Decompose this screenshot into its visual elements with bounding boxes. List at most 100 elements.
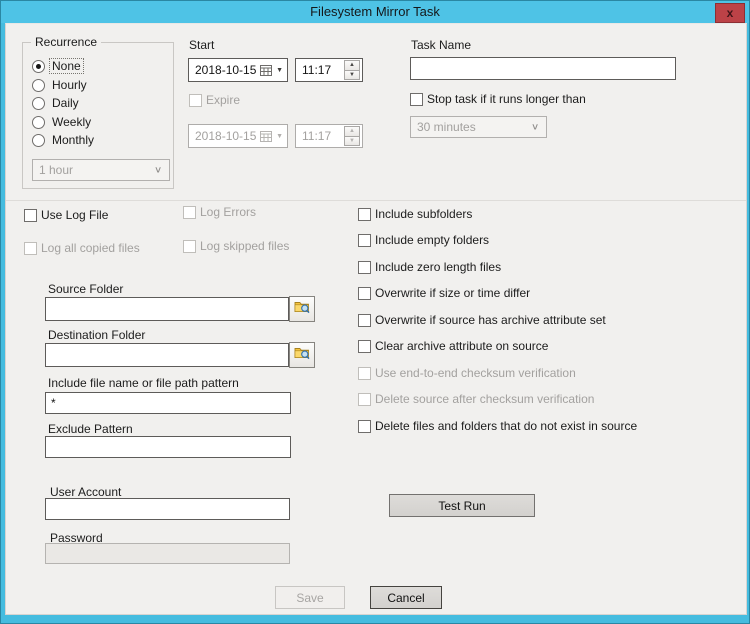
window-title: Filesystem Mirror Task [310, 4, 440, 19]
checkbox-label: Include zero length files [375, 260, 502, 274]
user-account-input[interactable] [45, 498, 290, 520]
date-value: 2018-10-15 [195, 63, 257, 77]
calendar-icon [260, 130, 273, 142]
checkbox-box [358, 392, 371, 406]
use-log-file-checkbox[interactable]: Use Log File [24, 208, 108, 222]
password-input [45, 543, 290, 564]
radio-dot [32, 96, 45, 110]
task-name-label: Task Name [411, 38, 472, 52]
overwrite-size-time-checkbox[interactable]: Overwrite if size or time differ [358, 286, 530, 300]
recurrence-radio-weekly[interactable]: Weekly [32, 115, 93, 129]
checkbox-box [358, 419, 371, 433]
source-folder-input[interactable] [45, 297, 289, 321]
start-time-field[interactable]: 11:17 ▲ ▼ [295, 58, 363, 82]
radio-dot [32, 78, 45, 92]
checkbox-label: Use end-to-end checksum verification [375, 366, 576, 380]
destination-browse-button[interactable] [289, 342, 315, 368]
dropdown-value: 1 hour [39, 163, 74, 177]
test-run-button[interactable]: Test Run [389, 494, 535, 517]
time-value: 11:17 [302, 63, 332, 77]
overwrite-archive-checkbox[interactable]: Overwrite if source has archive attribut… [358, 313, 606, 327]
spin-down-icon: ▼ [345, 135, 359, 145]
delete-missing-checkbox[interactable]: Delete files and folders that do not exi… [358, 419, 637, 433]
checkbox-box [24, 241, 37, 255]
dropdown-arrow-icon: ▼ [276, 66, 283, 74]
checkbox-label: Delete files and folders that do not exi… [375, 419, 638, 433]
dialog-window: Filesystem Mirror Task x Recurrence None… [0, 0, 750, 624]
exclude-pattern-input[interactable] [45, 436, 291, 458]
folder-search-icon [294, 346, 311, 365]
checkbox-box [183, 239, 196, 253]
checkbox-label: Stop task if it runs longer than [427, 92, 586, 106]
calendar-icon [260, 64, 273, 76]
radio-label: None [49, 58, 84, 74]
include-pattern-input[interactable] [45, 392, 291, 414]
checkbox-box [358, 339, 371, 353]
recurrence-radio-monthly[interactable]: Monthly [32, 133, 96, 147]
recurrence-radio-hourly[interactable]: Hourly [32, 78, 89, 92]
include-pattern-label: Include file name or file path pattern [48, 376, 239, 390]
radio-label: Hourly [52, 78, 87, 92]
stop-task-checkbox[interactable]: Stop task if it runs longer than [410, 92, 586, 106]
checkbox-box [410, 92, 423, 106]
dropdown-arrow-icon: ▼ [276, 132, 283, 140]
recurrence-radio-none[interactable]: None [32, 58, 84, 74]
checkbox-label: Log skipped files [200, 239, 290, 253]
checkbox-label: Overwrite if size or time differ [375, 286, 531, 300]
checkbox-label: Clear archive attribute on source [375, 339, 549, 353]
source-folder-label: Source Folder [48, 282, 124, 296]
clear-archive-checkbox[interactable]: Clear archive attribute on source [358, 339, 548, 353]
chevron-down-icon: ∨ [153, 164, 162, 175]
recurrence-radio-daily[interactable]: Daily [32, 96, 81, 110]
radio-label: Weekly [52, 115, 92, 129]
checkbox-label: Include subfolders [375, 207, 473, 221]
start-label: Start [189, 38, 215, 52]
radio-dot [32, 59, 45, 73]
checkbox-box [24, 208, 37, 222]
checkbox-label: Expire [206, 93, 241, 107]
destination-folder-label: Destination Folder [48, 328, 146, 342]
radio-dot [32, 133, 45, 147]
radio-dot [32, 115, 45, 129]
dialog-body: Recurrence None Hourly Daily Weekly Mont… [5, 23, 747, 615]
expire-checkbox: Expire [189, 93, 240, 107]
checkbox-label: Overwrite if source has archive attribut… [375, 313, 606, 327]
checkbox-box [358, 207, 371, 221]
chevron-down-icon: ∨ [530, 121, 539, 132]
spin-down-icon[interactable]: ▼ [345, 69, 359, 79]
expire-date-picker: 2018-10-15 ▼ [188, 124, 288, 148]
task-name-input[interactable] [410, 57, 676, 80]
user-account-label: User Account [50, 485, 122, 499]
section-separator [6, 200, 746, 201]
checkbox-label: Include empty folders [375, 233, 490, 247]
time-value: 11:17 [302, 129, 332, 143]
source-browse-button[interactable] [289, 296, 315, 322]
checkbox-box [358, 313, 371, 327]
checkbox-label: Delete source after checksum verificatio… [375, 392, 595, 406]
date-value: 2018-10-15 [195, 129, 257, 143]
radio-label: Monthly [52, 133, 95, 147]
checkbox-box [189, 93, 202, 107]
time-spinner: ▲ ▼ [344, 126, 360, 146]
expire-time-field: 11:17 ▲ ▼ [295, 124, 363, 148]
checkbox-box [358, 366, 371, 380]
checkbox-box [358, 233, 371, 247]
time-spinner[interactable]: ▲ ▼ [344, 60, 360, 80]
recurrence-interval-dropdown: 1 hour ∨ [32, 159, 170, 181]
checkbox-label: Log all copied files [41, 241, 140, 255]
checkbox-box [183, 205, 196, 219]
start-date-picker[interactable]: 2018-10-15 ▼ [188, 58, 288, 82]
destination-folder-input[interactable] [45, 343, 289, 367]
checkbox-label: Log Errors [200, 205, 257, 219]
cancel-button[interactable]: Cancel [370, 586, 442, 609]
close-button[interactable]: x [715, 3, 745, 23]
checkbox-box [358, 260, 371, 274]
log-all-copied-checkbox: Log all copied files [24, 241, 140, 255]
radio-label: Daily [52, 96, 79, 110]
include-zero-length-checkbox[interactable]: Include zero length files [358, 260, 501, 274]
include-empty-folders-checkbox[interactable]: Include empty folders [358, 233, 489, 247]
include-subfolders-checkbox[interactable]: Include subfolders [358, 207, 472, 221]
checkbox-box [358, 286, 371, 300]
delete-after-checksum-checkbox: Delete source after checksum verificatio… [358, 392, 594, 406]
spin-up-icon[interactable]: ▲ [345, 61, 359, 70]
